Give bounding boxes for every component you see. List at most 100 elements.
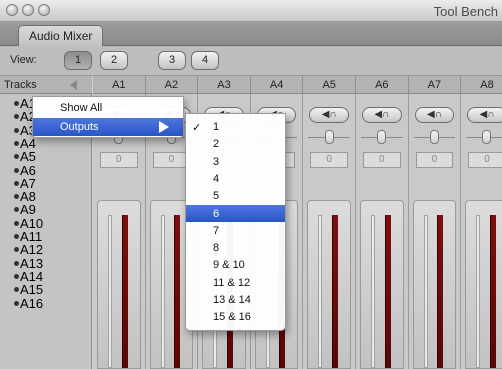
menu-item-label: Outputs bbox=[60, 121, 99, 133]
output-item[interactable]: 3 bbox=[186, 153, 285, 170]
title-bar: Tool Bench bbox=[0, 0, 502, 22]
output-item[interactable]: 11 & 12 bbox=[186, 274, 285, 291]
pan-value-field[interactable]: 0 bbox=[468, 152, 502, 168]
fader-area bbox=[307, 200, 351, 369]
window-title: Tool Bench bbox=[433, 4, 498, 19]
fader-area bbox=[465, 200, 502, 369]
track-item[interactable]: A9 bbox=[14, 203, 36, 216]
volume-fader[interactable] bbox=[423, 215, 428, 368]
track-item[interactable]: A8 bbox=[14, 190, 36, 203]
output-item[interactable]: 5 bbox=[186, 187, 285, 204]
context-menu: Show All Outputs bbox=[32, 96, 184, 138]
level-meter bbox=[331, 215, 338, 368]
pan-value-field[interactable]: 0 bbox=[415, 152, 454, 168]
speaker-pan-icon[interactable]: ◀∩ bbox=[309, 107, 349, 123]
output-item-label: 1 bbox=[213, 121, 220, 133]
level-meter bbox=[489, 215, 496, 368]
volume-fader[interactable] bbox=[160, 215, 165, 368]
pan-slider-knob[interactable] bbox=[377, 130, 387, 144]
pan-value-field[interactable]: 0 bbox=[363, 152, 401, 168]
speaker-pan-icon[interactable]: ◀∩ bbox=[467, 107, 502, 123]
volume-fader[interactable] bbox=[108, 215, 112, 368]
submenu-arrow-icon bbox=[159, 121, 169, 133]
output-item[interactable]: 4 bbox=[186, 170, 285, 187]
menu-item-label: Show All bbox=[60, 102, 103, 114]
view-3-button[interactable]: 3 bbox=[158, 51, 186, 70]
outputs-submenu: ✓ 1 2 3 4 5 6 7 8 9 & 10 11 & 12 13 & 14 15 & 16 bbox=[185, 113, 286, 331]
menu-item-show-all[interactable]: Show All bbox=[33, 100, 183, 116]
output-item[interactable]: 9 & 10 bbox=[186, 256, 285, 273]
output-item-label: 11 & 12 bbox=[213, 276, 251, 289]
output-item-label: 15 & 16 bbox=[213, 311, 251, 324]
volume-fader[interactable] bbox=[476, 215, 481, 368]
tracks-label: Tracks bbox=[4, 79, 37, 91]
output-item[interactable]: 15 & 16 bbox=[186, 308, 285, 325]
track-item[interactable]: A7 bbox=[14, 177, 36, 190]
view-2-button[interactable]: 2 bbox=[100, 51, 128, 70]
output-item[interactable]: 6 bbox=[186, 204, 285, 222]
output-item[interactable]: 7 bbox=[186, 222, 285, 239]
output-item-label: 6 bbox=[213, 207, 220, 220]
output-item[interactable]: 13 & 14 bbox=[186, 291, 285, 308]
channel-strip: ◀∩ 0 bbox=[356, 94, 409, 369]
pan-value-field[interactable]: 0 bbox=[100, 152, 138, 168]
menu-item-outputs[interactable]: Outputs bbox=[33, 118, 183, 136]
channel-header: A1 bbox=[93, 76, 146, 94]
channel-header: A5 bbox=[303, 76, 356, 94]
output-item-label: 7 bbox=[213, 224, 220, 237]
view-4-button[interactable]: 4 bbox=[191, 51, 219, 70]
view-label: View: bbox=[10, 54, 37, 66]
volume-fader[interactable] bbox=[318, 215, 323, 368]
speaker-pan-icon[interactable]: ◀∩ bbox=[414, 107, 455, 123]
checkmark-icon: ✓ bbox=[192, 122, 202, 134]
channel-header: A7 bbox=[408, 76, 462, 94]
tracks-header: Tracks bbox=[0, 76, 92, 94]
track-item[interactable]: A15 bbox=[13, 283, 43, 296]
channel-strip: ◀∩ 0 bbox=[408, 94, 462, 369]
level-meter bbox=[384, 215, 391, 368]
volume-fader[interactable] bbox=[371, 215, 375, 368]
output-item[interactable]: 8 bbox=[186, 239, 285, 256]
track-item[interactable]: A11 bbox=[13, 230, 42, 243]
pan-slider-knob[interactable] bbox=[324, 130, 334, 144]
pan-slider-knob[interactable] bbox=[429, 130, 439, 144]
level-meter bbox=[121, 215, 128, 368]
track-item[interactable]: A16 bbox=[13, 297, 43, 310]
fader-area bbox=[412, 200, 457, 369]
level-meter bbox=[437, 215, 444, 368]
channel-strip: ◀∩ 0 bbox=[461, 94, 502, 369]
pan-slider-knob[interactable] bbox=[482, 130, 492, 144]
channel-header: A6 bbox=[356, 76, 409, 94]
speaker-pan-icon[interactable]: ◀∩ bbox=[362, 107, 402, 123]
level-meter bbox=[174, 215, 181, 368]
track-item[interactable]: A13 bbox=[13, 257, 43, 270]
zoom-window-button[interactable] bbox=[38, 4, 50, 16]
track-item[interactable]: A10 bbox=[13, 217, 43, 230]
output-item-label: 8 bbox=[213, 242, 220, 255]
output-item-label: 13 & 14 bbox=[213, 294, 251, 306]
channel-header: A4 bbox=[250, 76, 304, 94]
collapse-arrow-icon[interactable] bbox=[70, 80, 77, 90]
pan-value-field[interactable]: 0 bbox=[310, 152, 348, 168]
output-item-label: 2 bbox=[213, 138, 220, 151]
track-item[interactable]: A14 bbox=[13, 270, 43, 283]
fader-area bbox=[97, 200, 141, 369]
output-item-label: 3 bbox=[213, 155, 220, 168]
tab-strip: Audio Mixer bbox=[0, 22, 502, 46]
output-item[interactable]: 2 bbox=[186, 135, 285, 152]
channel-header: A8 bbox=[461, 76, 502, 94]
output-item-label: 4 bbox=[213, 172, 220, 185]
view-bar: View: 1 2 3 4 bbox=[0, 46, 502, 76]
output-item[interactable]: ✓ 1 bbox=[186, 118, 285, 135]
output-item-label: 5 bbox=[213, 190, 220, 203]
close-window-button[interactable] bbox=[6, 4, 18, 16]
minimize-window-button[interactable] bbox=[22, 4, 34, 16]
output-item-label: 9 & 10 bbox=[213, 259, 245, 272]
track-item[interactable]: A6 bbox=[14, 164, 36, 177]
channel-header: A3 bbox=[198, 76, 251, 94]
track-item[interactable]: A5 bbox=[14, 150, 36, 163]
track-item[interactable]: A4 bbox=[14, 137, 36, 150]
track-item[interactable]: A12 bbox=[13, 243, 43, 256]
tab-audio-mixer[interactable]: Audio Mixer bbox=[18, 25, 104, 46]
view-1-button[interactable]: 1 bbox=[64, 51, 92, 70]
